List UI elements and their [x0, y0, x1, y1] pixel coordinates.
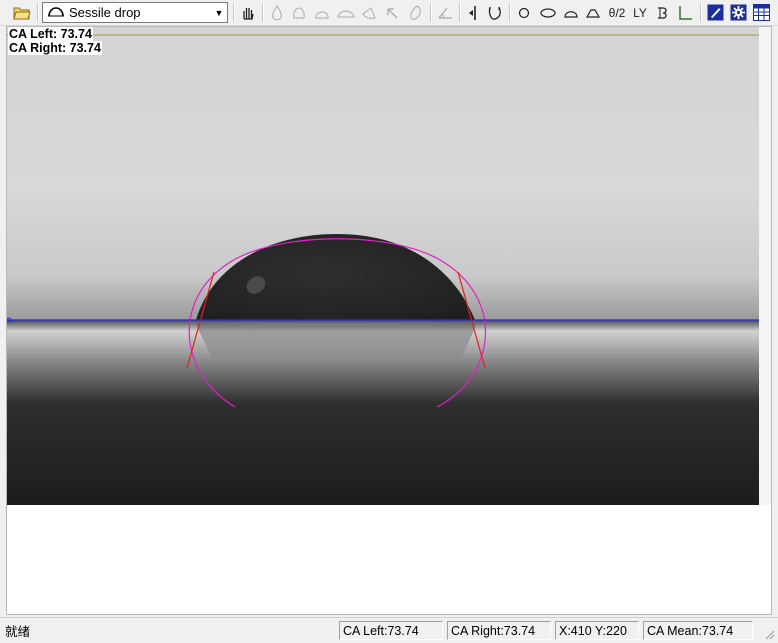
baseline-marker-icon[interactable] [463, 2, 483, 23]
chevron-down-icon[interactable]: ▼ [211, 3, 227, 22]
ly-icon[interactable]: LY [630, 2, 650, 23]
open-folder-icon[interactable] [10, 2, 34, 23]
bracket-tool-icon[interactable] [652, 2, 672, 23]
drop-shape-1-icon[interactable] [268, 2, 286, 23]
vertical-scrollbar[interactable] [759, 27, 771, 505]
circle-fit-icon[interactable] [514, 2, 534, 23]
drop-shape-4-icon[interactable] [335, 2, 357, 23]
needle-fit-icon[interactable] [485, 2, 505, 23]
method-select-label: Sessile drop [69, 5, 141, 20]
angle-tool-icon[interactable] [435, 2, 455, 23]
theta-half-icon[interactable]: θ/2 [605, 2, 629, 23]
status-ca-right: CA Right:73.74 [447, 621, 551, 640]
pendant-drop-icon[interactable] [405, 2, 425, 23]
toolbar: Sessile drop ▼ θ/2 LY [0, 0, 778, 26]
arrow-icon[interactable] [382, 2, 402, 23]
status-ready: 就绪 [5, 625, 31, 639]
method-select[interactable]: Sessile drop ▼ [42, 2, 228, 23]
drop-tilted-icon[interactable] [359, 2, 379, 23]
edit-icon[interactable] [705, 2, 725, 23]
ca-right-overlay: CA Right: 73.74 [8, 41, 102, 55]
status-ca-mean: CA Mean:73.74 [643, 621, 753, 640]
image-view[interactable]: CA Left: 73.74 CA Right: 73.74 [6, 26, 772, 615]
status-coords: X:410 Y:220 [555, 621, 639, 640]
triangle-fit-icon[interactable] [583, 2, 603, 23]
drop-image[interactable] [7, 27, 759, 505]
ellipse-fit-icon[interactable] [537, 2, 559, 23]
settings-icon[interactable] [728, 2, 748, 23]
drop-shape-2-icon[interactable] [290, 2, 308, 23]
cap-fit-icon[interactable] [561, 2, 581, 23]
status-ca-left: CA Left:73.74 [339, 621, 443, 640]
ca-left-overlay: CA Left: 73.74 [8, 27, 93, 41]
status-bar: 就绪 CA Left:73.74 CA Right:73.74 X:410 Y:… [0, 617, 778, 643]
size-grip-icon[interactable] [763, 628, 775, 640]
axes-icon[interactable] [674, 2, 696, 23]
hand-tool-icon[interactable] [238, 2, 258, 23]
drop-shape-3-icon[interactable] [312, 2, 332, 23]
sessile-drop-icon [47, 4, 65, 21]
table-icon[interactable] [751, 2, 771, 23]
